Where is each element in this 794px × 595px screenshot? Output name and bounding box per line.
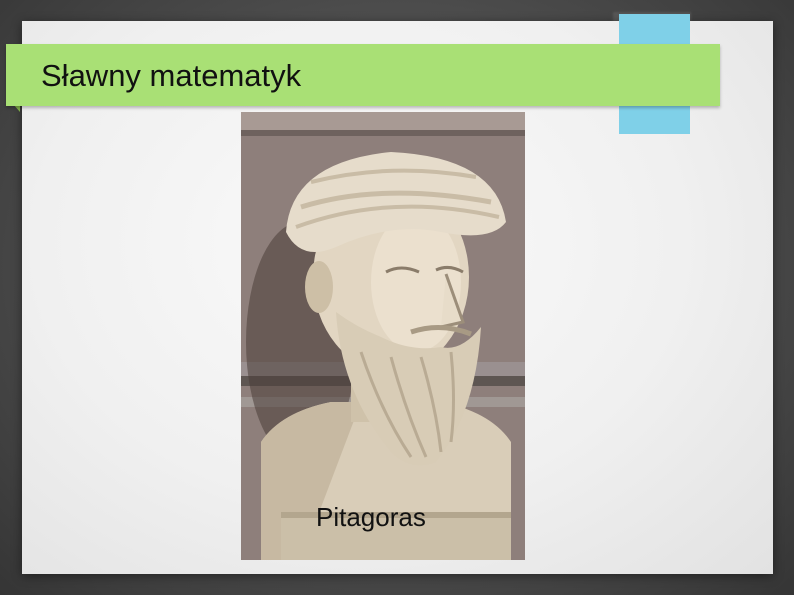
bust-illustration <box>241 112 525 560</box>
bust-caption: Pitagoras <box>316 502 426 532</box>
bust-photo <box>241 112 525 560</box>
title-bar: Sławny matematyk <box>6 44 720 106</box>
slide-title: Sławny matematyk <box>41 58 302 93</box>
